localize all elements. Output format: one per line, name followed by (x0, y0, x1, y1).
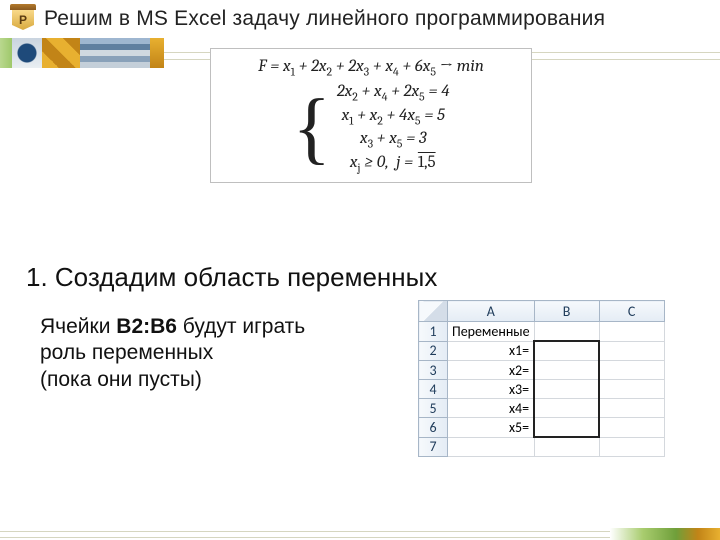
cell-C3[interactable] (599, 361, 664, 380)
header-row: A B C (419, 301, 665, 322)
col-header-A[interactable]: A (448, 301, 535, 322)
cell-C5[interactable] (599, 399, 664, 418)
row-header-7[interactable]: 7 (419, 437, 448, 457)
cell-A6[interactable]: x5= (448, 418, 535, 438)
row-header-4[interactable]: 4 (419, 380, 448, 399)
row-header-5[interactable]: 5 (419, 399, 448, 418)
cell-A2[interactable]: x1= (448, 341, 535, 361)
body-line1a: Ячейки (40, 315, 116, 338)
cell-B2[interactable] (534, 341, 599, 361)
excel-grid: A B C 1 Переменные 2 x1= 3 x2= 4 x3= 5 x… (418, 300, 665, 457)
curly-brace-icon: { (292, 92, 330, 164)
select-all-corner[interactable] (419, 301, 448, 322)
body-line2: роль переменных (40, 341, 213, 364)
table-row: 5 x4= (419, 399, 665, 418)
cell-A7[interactable] (448, 437, 535, 457)
table-row: 3 x2= (419, 361, 665, 380)
footer-stripe (0, 528, 720, 540)
page-title: Решим в MS Excel задачу линейного програ… (44, 7, 605, 31)
cell-B4[interactable] (534, 380, 599, 399)
cell-B7[interactable] (534, 437, 599, 457)
cell-A3[interactable]: x2= (448, 361, 535, 380)
slide-header: P Решим в MS Excel задачу линейного прог… (0, 0, 720, 34)
logo-letter: P (12, 10, 34, 30)
constraint-system: { 2x2 + x4 + 2x5 = 4 x1 + x2 + 4x5 = 5 x… (221, 80, 521, 176)
cell-C1[interactable] (599, 322, 664, 342)
cell-C4[interactable] (599, 380, 664, 399)
table-row: 7 (419, 437, 665, 457)
col-header-C[interactable]: C (599, 301, 664, 322)
table-row: 6 x5= (419, 418, 665, 438)
col-header-B[interactable]: B (534, 301, 599, 322)
pennant-logo: P (10, 4, 36, 34)
constraint-1: 2x2 + x4 + 2x5 = 4 (337, 82, 450, 103)
row-header-6[interactable]: 6 (419, 418, 448, 438)
row-header-1[interactable]: 1 (419, 322, 448, 342)
constraint-2: x1 + x2 + 4x5 = 5 (337, 106, 450, 127)
cell-C6[interactable] (599, 418, 664, 438)
body-line3: (пока они пусты) (40, 368, 202, 391)
formula-box: F = x1 + 2x2 + 2x3 + x4 + 6x5 → min { 2x… (210, 48, 532, 183)
constraint-4: xj ≥ 0, j = 1,5 (337, 153, 450, 174)
cell-B6[interactable] (534, 418, 599, 438)
cell-B1[interactable] (534, 322, 599, 342)
section-heading: 1. Создадим область переменных (26, 262, 437, 293)
cell-range: B2:B6 (116, 315, 177, 338)
cell-B3[interactable] (534, 361, 599, 380)
body-paragraph: Ячейки B2:B6 будут играть роль переменны… (40, 314, 305, 393)
cell-C2[interactable] (599, 341, 664, 361)
cell-A5[interactable]: x4= (448, 399, 535, 418)
cell-A4[interactable]: x3= (448, 380, 535, 399)
objective-function: F = x1 + 2x2 + 2x3 + x4 + 6x5 → min (221, 57, 521, 78)
body-line1c: будут играть (177, 315, 305, 338)
table-row: 4 x3= (419, 380, 665, 399)
row-header-3[interactable]: 3 (419, 361, 448, 380)
row-header-2[interactable]: 2 (419, 341, 448, 361)
table-row: 1 Переменные (419, 322, 665, 342)
constraint-3: x3 + x5 = 3 (337, 129, 450, 150)
cell-C7[interactable] (599, 437, 664, 457)
cell-A1[interactable]: Переменные (448, 322, 535, 342)
table-row: 2 x1= (419, 341, 665, 361)
cell-B5[interactable] (534, 399, 599, 418)
